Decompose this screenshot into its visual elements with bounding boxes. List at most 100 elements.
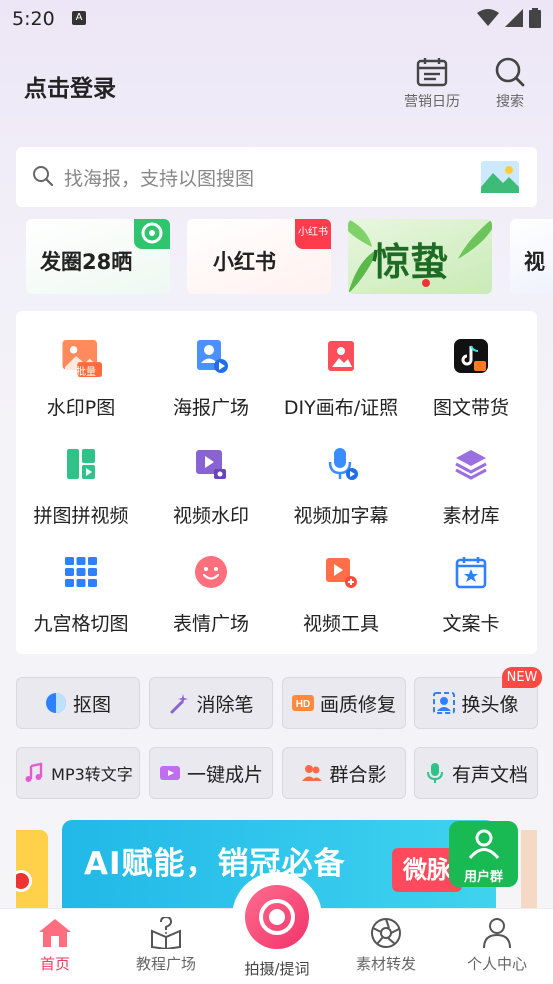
banner-label: 惊蛰 bbox=[372, 240, 449, 284]
banner-label: 视 bbox=[524, 250, 545, 274]
tool-group-photo[interactable]: 群合影 bbox=[282, 747, 406, 799]
grid-item-watermark[interactable]: 批量 水印P图 bbox=[16, 311, 146, 419]
header: 点击登录 营销日历 搜索 bbox=[0, 55, 553, 115]
nav-label-shoot[interactable]: 拍摄/提词 bbox=[226, 958, 328, 979]
grid-item-graphic-sales[interactable]: 图文带货 bbox=[406, 311, 536, 419]
nav-label: 教程广场 bbox=[135, 955, 196, 973]
tool-mp3-to-text[interactable]: MP3转文字 bbox=[16, 747, 140, 799]
emoji-icon bbox=[195, 556, 227, 588]
status-bar: 5:20 A bbox=[0, 0, 553, 36]
promo-headline: AI赋能，销冠必备 bbox=[84, 846, 346, 882]
nav-material-forward[interactable]: 素材转发 bbox=[331, 917, 441, 974]
grid-label: DIY画布/证照 bbox=[283, 397, 399, 419]
tool-label: 画质修复 bbox=[319, 693, 396, 716]
promo-side-left bbox=[16, 830, 48, 910]
nav-profile[interactable]: 个人中心 bbox=[442, 917, 552, 974]
banner-item[interactable]: 小红书 小红书 bbox=[187, 219, 331, 294]
banner-item[interactable]: 发圈28晒 bbox=[26, 219, 170, 294]
hd-icon: HD bbox=[291, 695, 314, 711]
banner-carousel: 发圈28晒 小红书 小红书 惊蛰 视 bbox=[26, 219, 553, 294]
search-icon bbox=[33, 166, 54, 187]
user-group-button[interactable]: 用户群 bbox=[449, 821, 518, 887]
tool-audio-document[interactable]: 有声文档 bbox=[414, 747, 538, 799]
magic-wand-icon bbox=[170, 694, 189, 714]
video-clip-icon bbox=[159, 766, 180, 780]
xiaohongshu-badge: 小红书 bbox=[295, 219, 331, 249]
grid-label: 水印P图 bbox=[46, 397, 116, 419]
header-search-button[interactable]: 搜索 bbox=[494, 57, 526, 111]
poster-icon bbox=[197, 340, 228, 373]
tool-label: 抠图 bbox=[72, 693, 111, 716]
signal-icon bbox=[505, 9, 523, 27]
grid-label: 文案卡 bbox=[442, 613, 500, 635]
camera-icon bbox=[245, 885, 309, 949]
grid-label: 拼图拼视频 bbox=[33, 505, 129, 527]
person-icon bbox=[483, 918, 511, 949]
tiktok-cart-icon bbox=[454, 339, 488, 373]
calendar-label: 营销日历 bbox=[404, 94, 460, 110]
grid-label: 图文带货 bbox=[432, 397, 509, 419]
svg-text:HD: HD bbox=[296, 699, 310, 710]
status-icons bbox=[477, 8, 541, 28]
nav-label: 首页 bbox=[39, 955, 70, 973]
grid-item-video-watermark[interactable]: 视频水印 bbox=[146, 419, 276, 527]
banner-label: 小红书 bbox=[213, 250, 276, 274]
tool-quality-repair[interactable]: HD 画质修复 bbox=[282, 677, 406, 729]
search-icon bbox=[495, 57, 525, 87]
grid-item-material-library[interactable]: 素材库 bbox=[406, 419, 536, 527]
subtitle-mic-icon bbox=[328, 448, 358, 480]
grid-item-subtitles[interactable]: 视频加字幕 bbox=[276, 419, 406, 527]
moments-icon bbox=[134, 219, 170, 249]
music-note-icon bbox=[25, 762, 43, 782]
banner-label: 发圈28晒 bbox=[40, 250, 133, 274]
status-time: 5:20 bbox=[12, 8, 55, 30]
grid-label: 视频加字幕 bbox=[293, 505, 389, 527]
grid-label: 表情广场 bbox=[172, 613, 249, 635]
user-group-label: 用户群 bbox=[463, 870, 503, 885]
camera-button[interactable] bbox=[232, 872, 322, 962]
nav-label: 素材转发 bbox=[355, 955, 416, 973]
tool-label: 换头像 bbox=[461, 693, 519, 716]
tool-eraser[interactable]: 消除笔 bbox=[149, 677, 273, 729]
login-link[interactable]: 点击登录 bbox=[24, 69, 116, 103]
canvas-icon bbox=[328, 341, 354, 371]
grid-item-diy-canvas[interactable]: DIY画布/证照 bbox=[276, 311, 406, 419]
face-swap-icon bbox=[433, 692, 456, 714]
tool-label: 一键成片 bbox=[186, 763, 263, 786]
grid-item-emoji[interactable]: 表情广场 bbox=[146, 527, 276, 635]
nav-label: 个人中心 bbox=[466, 955, 527, 973]
grid-label: 素材库 bbox=[442, 505, 500, 527]
grid-item-video-tools[interactable]: 视频工具 bbox=[276, 527, 406, 635]
grid-item-copy-card[interactable]: 文案卡 bbox=[406, 527, 536, 635]
video-watermark-icon bbox=[196, 450, 226, 479]
user-group-icon bbox=[468, 829, 500, 859]
banner-item[interactable]: 惊蛰 bbox=[348, 219, 492, 294]
battery-icon bbox=[529, 8, 541, 28]
grid-item-poster[interactable]: 海报广场 bbox=[146, 311, 276, 419]
tool-cutout[interactable]: 抠图 bbox=[16, 677, 140, 729]
microphone-icon bbox=[426, 763, 443, 783]
aperture-icon bbox=[371, 918, 401, 948]
tool-one-click-video[interactable]: 一键成片 bbox=[149, 747, 273, 799]
batch-badge: 批量 bbox=[76, 367, 96, 378]
search-placeholder: 找海报，支持以图搜图 bbox=[64, 168, 255, 190]
home-icon bbox=[39, 919, 71, 947]
image-search-icon[interactable] bbox=[481, 161, 519, 193]
nav-tutorials[interactable]: 教程广场 bbox=[111, 917, 221, 974]
feature-grid: 批量 水印P图 海报广场 DIY画布/证照 图文带货 拼图拼视频 视频水印 视频… bbox=[16, 311, 537, 654]
search-label: 搜索 bbox=[496, 94, 524, 110]
banner-item[interactable]: 视 bbox=[510, 219, 553, 294]
book-question-icon bbox=[151, 917, 181, 949]
grid-icon bbox=[65, 557, 97, 587]
grid-label: 视频水印 bbox=[172, 505, 249, 527]
grid-item-collage[interactable]: 拼图拼视频 bbox=[16, 419, 146, 527]
collage-icon bbox=[67, 449, 95, 479]
grid-item-nine-grid[interactable]: 九宫格切图 bbox=[16, 527, 146, 635]
video-tool-icon bbox=[326, 558, 357, 588]
nav-home[interactable]: 首页 bbox=[0, 917, 110, 974]
marketing-calendar-button[interactable]: 营销日历 bbox=[404, 57, 460, 111]
grid-label: 海报广场 bbox=[172, 397, 249, 419]
layers-icon bbox=[455, 450, 487, 480]
search-bar[interactable]: 找海报，支持以图搜图 bbox=[16, 147, 537, 207]
notification-a-icon: A bbox=[72, 11, 86, 25]
